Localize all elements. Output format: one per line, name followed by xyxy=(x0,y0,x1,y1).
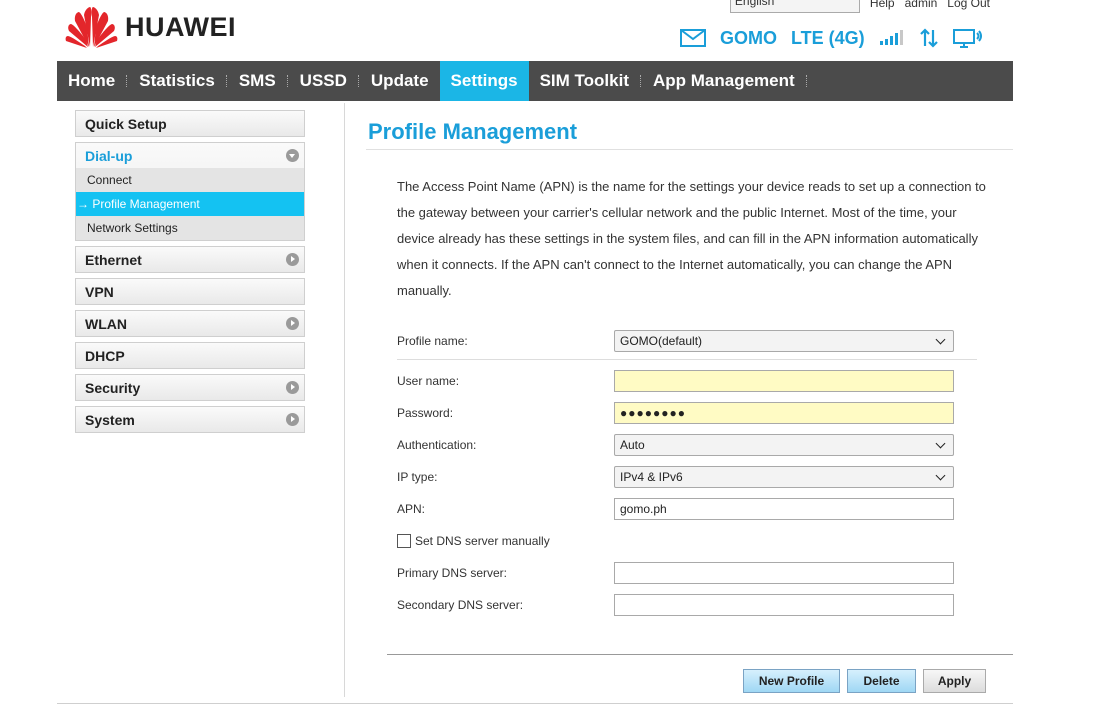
nav-statistics[interactable]: Statistics xyxy=(128,61,226,101)
profile-name-label: Profile name: xyxy=(397,334,468,348)
nav-settings[interactable]: Settings xyxy=(439,61,529,101)
footer-divider xyxy=(57,703,1013,704)
pc-connection-icon xyxy=(952,28,983,48)
brand-name: HUAWEI xyxy=(125,11,236,42)
logout-link[interactable]: Log Out xyxy=(947,0,990,10)
username-label: admin xyxy=(904,0,938,10)
primary-dns-input[interactable] xyxy=(614,562,954,584)
chevron-right-icon xyxy=(286,253,299,266)
secondary-dns-label: Secondary DNS server: xyxy=(397,598,524,612)
chevron-right-icon xyxy=(286,381,299,394)
sidebar-item-label: WLAN xyxy=(85,315,127,332)
sidebar-item-label: DHCP xyxy=(85,347,125,364)
sidebar-item-wlan[interactable]: WLAN xyxy=(75,310,305,337)
authentication-value: Auto xyxy=(620,438,645,452)
content-divider xyxy=(344,103,345,697)
sidebar-item-label: Ethernet xyxy=(85,251,142,268)
password-input[interactable]: ●●●●●●●● xyxy=(614,402,954,424)
main-nav: Home Statistics SMS USSD Update Settings… xyxy=(57,61,1013,101)
sidebar-group-dialup: Dial-up Connect → Profile Management Net… xyxy=(75,142,305,241)
chevron-down-icon xyxy=(286,149,299,162)
chevron-right-icon xyxy=(286,413,299,426)
profile-name-select[interactable]: GOMO(default) xyxy=(614,330,954,352)
secondary-dns-input[interactable] xyxy=(614,594,954,616)
username-input[interactable] xyxy=(614,370,954,392)
password-field-label: Password: xyxy=(397,406,454,420)
delete-button[interactable]: Delete xyxy=(847,669,916,693)
ip-type-label: IP type: xyxy=(397,470,438,484)
top-utility-bar: English Help admin Log Out xyxy=(729,0,990,13)
nav-separator xyxy=(805,75,808,87)
sidebar-subitem-profile-management[interactable]: → Profile Management xyxy=(76,192,304,216)
nav-update[interactable]: Update xyxy=(360,61,440,101)
page-title: Profile Management xyxy=(368,119,578,144)
sidebar-item-label: Quick Setup xyxy=(85,115,167,132)
operator-name: GOMO xyxy=(720,27,777,48)
language-select[interactable]: English xyxy=(729,0,860,13)
username-field-label: User name: xyxy=(397,374,460,388)
sidebar-item-vpn[interactable]: VPN xyxy=(75,278,305,305)
sidebar-item-label: Security xyxy=(85,379,141,396)
nav-ussd[interactable]: USSD xyxy=(289,61,358,101)
form-actions: New Profile Delete Apply xyxy=(743,669,986,693)
sidebar-item-quick-setup[interactable]: Quick Setup xyxy=(75,110,305,137)
sidebar-item-dialup[interactable]: Dial-up xyxy=(76,143,304,168)
network-type: LTE (4G) xyxy=(791,27,865,48)
sidebar-item-ethernet[interactable]: Ethernet xyxy=(75,246,305,273)
settings-sidebar: Quick Setup Dial-up Connect → Profile Ma… xyxy=(75,110,305,438)
signal-strength-icon xyxy=(879,30,905,46)
nav-sim-toolkit[interactable]: SIM Toolkit xyxy=(529,61,640,101)
help-link[interactable]: Help xyxy=(870,0,895,10)
title-divider xyxy=(366,149,1013,150)
form-divider xyxy=(397,359,977,360)
data-transfer-icon xyxy=(919,28,939,48)
sidebar-item-dhcp[interactable]: DHCP xyxy=(75,342,305,369)
primary-dns-label: Primary DNS server: xyxy=(397,566,508,580)
apn-label: APN: xyxy=(397,502,426,516)
nav-home[interactable]: Home xyxy=(57,61,126,101)
sidebar-item-security[interactable]: Security xyxy=(75,374,305,401)
message-icon[interactable] xyxy=(680,29,706,47)
new-profile-button[interactable]: New Profile xyxy=(743,669,840,693)
page-description: The Access Point Name (APN) is the name … xyxy=(397,179,986,298)
dns-manual-label: Set DNS server manually xyxy=(415,534,550,548)
nav-sms[interactable]: SMS xyxy=(228,61,287,101)
huawei-logo: HUAWEI xyxy=(63,5,236,49)
sidebar-item-label: Dial-up xyxy=(85,147,133,164)
authentication-select[interactable]: Auto xyxy=(614,434,954,456)
apply-button[interactable]: Apply xyxy=(923,669,986,693)
sidebar-item-label: VPN xyxy=(85,283,114,300)
sidebar-item-label: System xyxy=(85,411,135,428)
sidebar-subitem-connect[interactable]: Connect xyxy=(76,168,304,192)
ip-type-value: IPv4 & IPv6 xyxy=(620,470,683,484)
apn-input[interactable]: gomo.ph xyxy=(614,498,954,520)
dns-manual-checkbox[interactable] xyxy=(397,534,411,548)
chevron-right-icon xyxy=(286,317,299,330)
nav-app-management[interactable]: App Management xyxy=(642,61,806,101)
sidebar-item-system[interactable]: System xyxy=(75,406,305,433)
huawei-logo-icon xyxy=(65,7,118,48)
ip-type-select[interactable]: IPv4 & IPv6 xyxy=(614,466,954,488)
profile-name-value: GOMO(default) xyxy=(620,334,703,348)
authentication-label: Authentication: xyxy=(397,438,477,452)
form-bottom-divider xyxy=(387,654,1013,655)
status-bar: GOMO LTE (4G) xyxy=(680,26,997,50)
profile-form: Profile name: GOMO(default) User name: P… xyxy=(397,330,977,626)
sidebar-subitem-network-settings[interactable]: Network Settings xyxy=(76,216,304,240)
